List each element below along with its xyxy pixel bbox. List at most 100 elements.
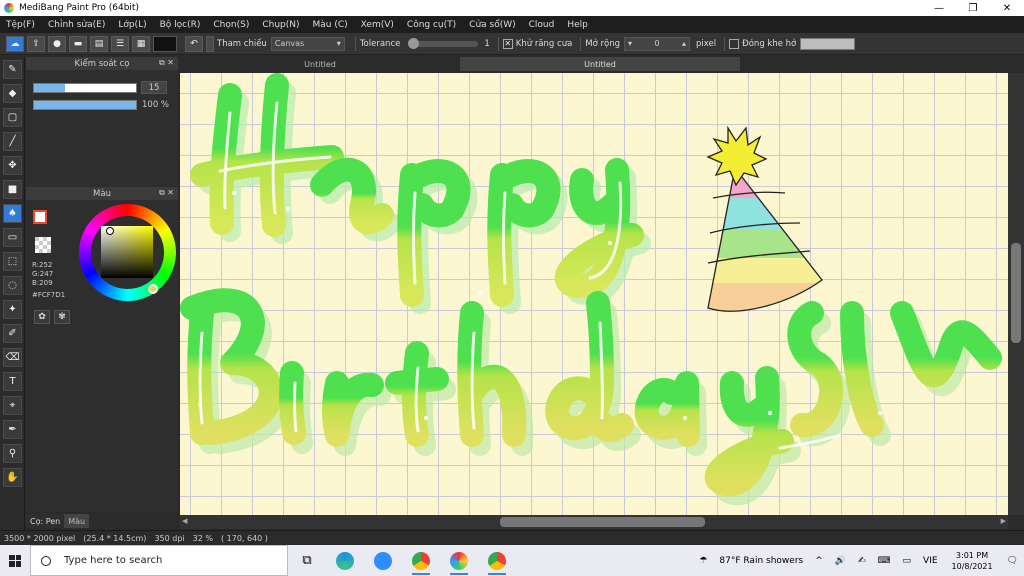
clock[interactable]: 3:01 PM 10/8/2021 <box>952 550 993 572</box>
list-icon[interactable]: ☰ <box>111 35 129 52</box>
gradient-icon[interactable]: ▭ <box>3 228 22 247</box>
task-view-icon[interactable]: ⧉ <box>288 545 326 576</box>
panel-controls[interactable]: ⧉ ✕ <box>159 58 174 68</box>
expand-spinner[interactable]: ▾ 0 ▴ <box>624 36 691 51</box>
keyboard-icon[interactable]: ⌨ <box>878 556 891 566</box>
chrome-icon-2[interactable] <box>478 545 516 576</box>
language-indicator[interactable]: VIE <box>923 556 938 566</box>
slider-knob[interactable] <box>408 37 420 49</box>
panel-controls[interactable]: ⧉ ✕ <box>159 188 174 198</box>
tolerance-slider[interactable] <box>408 37 479 49</box>
menu-filter[interactable]: Bộ lọc(R) <box>160 20 201 30</box>
share-icon[interactable]: ⇪ <box>27 35 45 52</box>
medibang-icon[interactable] <box>440 545 478 576</box>
chevron-up-icon[interactable]: ^ <box>815 556 823 566</box>
menu-layer[interactable]: Lớp(L) <box>118 20 146 30</box>
foreground-color-swatch[interactable] <box>33 210 47 224</box>
brush-icon[interactable]: ✎ <box>3 60 22 79</box>
canvas-dpi: 350 dpi <box>154 533 185 543</box>
menu-select[interactable]: Chọn(S) <box>213 20 249 30</box>
happy-lettering <box>190 73 644 307</box>
hand-icon[interactable]: ✋ <box>3 468 22 487</box>
text-icon[interactable]: T <box>3 372 22 391</box>
taskbar-search[interactable]: Type here to search <box>30 545 288 576</box>
lasso-icon[interactable]: ◌ <box>3 276 22 295</box>
maximize-button[interactable]: ❐ <box>956 0 990 16</box>
chat-icon[interactable]: ▬ <box>69 35 87 52</box>
select-pen-icon[interactable]: ✐ <box>3 324 22 343</box>
magic-wand-icon[interactable]: ✦ <box>3 300 22 319</box>
color-preview[interactable] <box>153 35 177 52</box>
canvas-cm: (25.4 * 14.5cm) <box>83 533 147 543</box>
drawing-canvas[interactable] <box>180 73 1008 515</box>
menu-tools[interactable]: Công cụ(T) <box>407 20 456 30</box>
close-button[interactable]: ✕ <box>990 0 1024 16</box>
scroll-right-icon[interactable]: ▶ <box>1001 517 1006 525</box>
color-wheel[interactable] <box>79 204 176 301</box>
select-eraser-icon[interactable]: ⌫ <box>3 348 22 367</box>
close-gap-slider[interactable] <box>800 37 856 50</box>
start-button[interactable] <box>0 545 30 576</box>
horizontal-scrollbar[interactable]: ◀ ▶ <box>180 515 1008 529</box>
cloud-icon[interactable]: ☁ <box>6 35 24 52</box>
palette-icon[interactable]: ✿ <box>34 310 50 324</box>
move-icon[interactable]: ✥ <box>3 156 22 175</box>
toolbar: ☁ ⇪ ● ▬ ▤ ☰ ▦ ↶ Tham chiếu Canvas ▾ Toler… <box>0 33 1024 55</box>
pen-tray-icon[interactable]: ✍ <box>858 556 866 566</box>
menu-view[interactable]: Xem(V) <box>361 20 394 30</box>
bucket-icon[interactable]: ♠ <box>3 204 22 223</box>
edge-icon[interactable] <box>326 545 364 576</box>
expand-label: Mở rộng <box>585 38 621 49</box>
menu-window[interactable]: Cửa sổ(W) <box>469 20 515 30</box>
pen-icon[interactable]: ✒ <box>3 420 22 439</box>
doc-tab-1[interactable]: Untitled <box>180 57 460 71</box>
antialias-checkbox[interactable]: ✕ <box>502 38 513 49</box>
display-icon[interactable]: ▭ <box>903 556 912 566</box>
document-icon[interactable]: ▤ <box>90 35 108 52</box>
scroll-left-icon[interactable]: ◀ <box>182 517 187 525</box>
menu-edit[interactable]: Chỉnh sửa(E) <box>48 20 105 30</box>
notification-icon[interactable]: 🗨 <box>1007 556 1018 566</box>
reference-select[interactable]: Canvas ▾ <box>270 36 345 51</box>
chrome-icon[interactable] <box>402 545 440 576</box>
line-icon[interactable]: ╱ <box>3 132 22 151</box>
weather-text[interactable]: 87°F Rain showers <box>719 556 803 566</box>
close-gap-checkbox[interactable] <box>729 38 740 49</box>
toolbar-handle[interactable] <box>206 35 214 52</box>
volume-icon[interactable]: 🔊 <box>835 556 846 566</box>
comment-icon[interactable]: ● <box>48 35 66 52</box>
fill-rect-icon[interactable]: ■ <box>3 180 22 199</box>
menu-snap[interactable]: Chụp(N) <box>262 20 299 30</box>
document-tabs: Untitled Untitled <box>180 57 1024 73</box>
brush-size-value[interactable]: 15 <box>141 81 167 94</box>
palette-add-icon[interactable]: ✾ <box>54 310 70 324</box>
menu-color[interactable]: Màu (C) <box>313 20 348 30</box>
hue-selector[interactable] <box>148 284 158 294</box>
brush-size-slider[interactable] <box>33 82 137 93</box>
tab-color[interactable]: Màu <box>64 514 90 528</box>
minimize-button[interactable]: — <box>922 0 956 16</box>
divider <box>580 36 582 51</box>
color-selector[interactable] <box>106 227 114 235</box>
transparent-swatch[interactable] <box>35 237 51 253</box>
windows-icon <box>9 554 21 567</box>
eyedropper-icon[interactable]: ⚲ <box>3 444 22 463</box>
vertical-scrollbar[interactable] <box>1008 73 1024 515</box>
app-icon <box>4 3 14 13</box>
zoom-icon[interactable] <box>364 545 402 576</box>
brush-opacity-slider[interactable] <box>33 100 137 110</box>
menu-file[interactable]: Tệp(F) <box>6 20 35 30</box>
operation-icon[interactable]: ⌖ <box>3 396 22 415</box>
grid-icon[interactable]: ▦ <box>132 35 150 52</box>
scroll-thumb[interactable] <box>500 517 705 527</box>
tab-brush[interactable]: Cọ: Pen <box>26 514 65 528</box>
menu-help[interactable]: Help <box>567 20 588 30</box>
undo-icon[interactable]: ↶ <box>185 35 203 52</box>
rect-select-icon[interactable]: ▢ <box>3 108 22 127</box>
weather-icon[interactable]: ☂ <box>699 556 707 566</box>
scroll-thumb[interactable] <box>1011 243 1021 343</box>
eraser-icon[interactable]: ◆ <box>3 84 22 103</box>
doc-tab-2[interactable]: Untitled <box>460 57 740 71</box>
menu-cloud[interactable]: Cloud <box>529 20 555 30</box>
dotted-select-icon[interactable]: ⬚ <box>3 252 22 271</box>
